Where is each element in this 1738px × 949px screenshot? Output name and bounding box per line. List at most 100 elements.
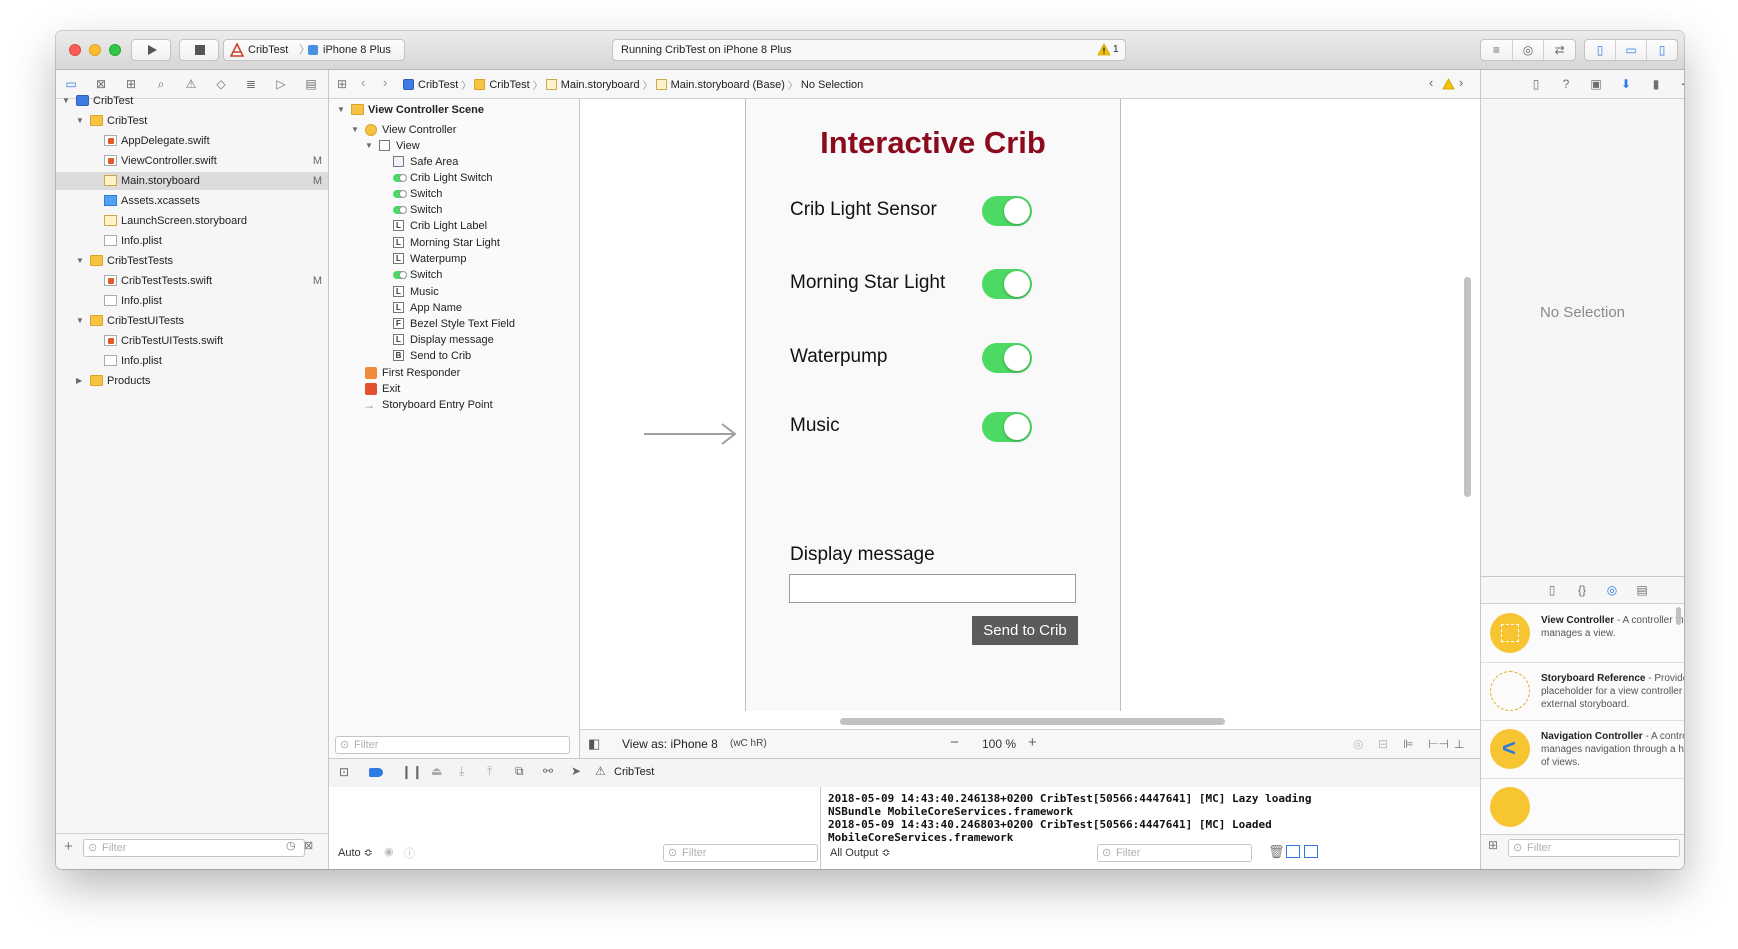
send-to-crib-button[interactable]: Send to Crib <box>972 616 1078 645</box>
message-text-field[interactable] <box>789 574 1076 603</box>
library-item[interactable]: Storyboard Reference - Provides a placeh… <box>1481 662 1684 721</box>
recent-files-icon[interactable]: ◷ <box>286 839 296 852</box>
step-over-icon[interactable]: ⏏ <box>431 764 442 778</box>
issue-icon[interactable]: ⚠ <box>176 77 206 91</box>
console-filter-input[interactable]: Filter <box>1097 844 1252 862</box>
disclosure-open-icon[interactable]: ▼ <box>76 112 84 130</box>
switch-row-label[interactable]: Music <box>790 415 840 437</box>
scheme-selector[interactable]: CribTest 〉 iPhone 8 Plus <box>223 39 405 61</box>
connections-inspector-icon[interactable]: ➜ <box>1671 77 1684 91</box>
hide-debug-icon[interactable]: ⊡ <box>339 765 349 779</box>
split-right-icon[interactable] <box>1304 845 1318 858</box>
breadcrumb-item[interactable]: No Selection <box>801 79 863 91</box>
entry-point-arrow-icon[interactable] <box>644 423 744 445</box>
file-template-icon[interactable]: ▯ <box>1537 583 1567 597</box>
breadcrumb-item[interactable]: Main.storyboard <box>561 79 640 91</box>
console-view[interactable]: 2018-05-09 14:43:40.246138+0200 CribTest… <box>821 787 1480 869</box>
update-frames-icon[interactable]: ◎ <box>1353 737 1363 751</box>
debug-nav-icon[interactable]: ≣ <box>236 77 266 91</box>
eye-icon[interactable]: ◉ <box>384 845 394 858</box>
zoom-out-icon[interactable]: − <box>950 734 959 751</box>
add-icon[interactable]: + <box>64 838 73 855</box>
hierarchy-icon[interactable]: ⊞ <box>116 77 146 91</box>
back-icon[interactable]: ‹ <box>361 75 365 90</box>
object-library-icon[interactable]: ◎ <box>1597 583 1627 597</box>
toggle-switch[interactable] <box>982 196 1032 226</box>
breadcrumb-item[interactable]: CribTest <box>489 79 529 91</box>
identity-inspector-icon[interactable]: ▣ <box>1581 77 1611 91</box>
variables-mode-select[interactable]: Auto ≎ <box>338 846 373 859</box>
outline-row[interactable]: Switch <box>329 266 579 284</box>
view-hierarchy-icon[interactable]: ⧉ <box>515 764 524 779</box>
forward-icon[interactable]: › <box>383 75 387 90</box>
test-icon[interactable]: ◇ <box>206 77 236 91</box>
source-control-icon[interactable]: ⊠ <box>86 77 116 91</box>
file-inspector-icon[interactable]: ▯ <box>1521 77 1551 91</box>
outline-row[interactable]: → Storyboard Entry Point <box>329 396 579 414</box>
navigator-row[interactable]: ▶ Products <box>56 372 328 390</box>
embed-in-stack-icon[interactable]: ⊟ <box>1378 737 1388 751</box>
version-editor-icon[interactable]: ⇄ <box>1544 40 1575 60</box>
location-icon[interactable]: ➤ <box>571 764 581 778</box>
navigator-row[interactable]: CribTestUITests.swift <box>56 332 328 350</box>
outline-filter-input[interactable]: Filter <box>335 736 570 754</box>
code-snippet-icon[interactable]: {} <box>1567 583 1597 597</box>
debug-process-label[interactable]: CribTest <box>614 766 654 778</box>
horizontal-scrollbar[interactable] <box>840 718 1225 725</box>
attributes-inspector-icon[interactable]: ⬇ <box>1611 77 1641 91</box>
switch-row-label[interactable]: Crib Light Sensor <box>790 199 937 221</box>
zoom-in-icon[interactable]: + <box>1028 734 1037 751</box>
warning-icon[interactable] <box>1442 78 1455 90</box>
pin-icon[interactable]: ⊢⊣ <box>1428 737 1449 751</box>
standard-editor-icon[interactable]: ≡ <box>1481 40 1513 60</box>
report-icon[interactable]: ▤ <box>296 77 326 91</box>
navigator-row[interactable]: CribTestTests.swift M <box>56 272 328 290</box>
switch-row-label[interactable]: Morning Star Light <box>790 272 945 294</box>
run-button[interactable] <box>131 39 171 61</box>
library-item[interactable]: View Controller - A controller that mana… <box>1481 604 1684 663</box>
pause-icon[interactable]: ❙❙ <box>401 764 423 780</box>
library-item[interactable]: < Navigation Controller - A controller th… <box>1481 720 1684 779</box>
memory-graph-icon[interactable]: ⚯ <box>543 764 553 778</box>
help-icon[interactable]: ? <box>1551 77 1581 91</box>
storyboard-canvas[interactable]: Interactive Crib Crib Light Sensor Mornin… <box>580 99 1480 729</box>
close-window-button[interactable] <box>69 44 81 56</box>
outline-row[interactable]: ▼ View Controller Scene <box>329 101 579 119</box>
step-out-icon[interactable]: ⤒ <box>487 764 492 779</box>
source-filter-icon[interactable]: ⊠ <box>304 839 313 852</box>
info-icon[interactable]: ⓘ <box>404 845 415 861</box>
toggle-switch[interactable] <box>982 343 1032 373</box>
variables-filter-input[interactable]: Filter <box>663 844 818 862</box>
navigator-row[interactable]: AppDelegate.swift <box>56 132 328 150</box>
library-filter-input[interactable]: Filter <box>1508 839 1680 857</box>
prev-issue-icon[interactable]: ‹ <box>1429 75 1433 90</box>
outline-row[interactable]: B Send to Crib <box>329 347 579 365</box>
trash-icon[interactable]: 🗑 <box>1268 844 1285 860</box>
warning-icon[interactable] <box>1097 43 1111 56</box>
size-inspector-icon[interactable]: ▮ <box>1641 77 1671 91</box>
editor-mode-control[interactable]: ≡ ◎ ⇄ <box>1480 39 1576 61</box>
navigator-row[interactable]: Info.plist <box>56 292 328 310</box>
utilities-toggle-icon[interactable]: ▯ <box>1647 40 1677 60</box>
minimize-window-button[interactable] <box>89 44 101 56</box>
iphone-scene[interactable]: Interactive Crib Crib Light Sensor Mornin… <box>745 99 1121 711</box>
navigator-toggle-icon[interactable]: ▯ <box>1585 40 1616 60</box>
navigator-row[interactable]: Main.storyboard M <box>56 172 328 190</box>
disclosure-open-icon[interactable]: ▼ <box>337 101 345 119</box>
output-mode-select[interactable]: All Output ≎ <box>830 846 891 859</box>
resolve-issues-icon[interactable]: ⊥ <box>1454 737 1464 751</box>
library-scrollbar[interactable] <box>1676 607 1681 625</box>
next-issue-icon[interactable]: › <box>1459 75 1463 90</box>
breakpoint-icon[interactable]: ▷ <box>266 77 296 91</box>
navigator-row[interactable]: ▼ CribTestUITests <box>56 312 328 330</box>
zoom-window-button[interactable] <box>109 44 121 56</box>
navigator-filter-input[interactable]: Filter <box>83 839 305 857</box>
vertical-scrollbar[interactable] <box>1464 277 1471 497</box>
disclosure-open-icon[interactable]: ▼ <box>62 92 70 110</box>
outline-toggle-icon[interactable]: ◧ <box>588 736 600 752</box>
navigator-row[interactable]: Info.plist <box>56 352 328 370</box>
navigator-row[interactable]: Assets.xcassets <box>56 192 328 210</box>
breadcrumb-item[interactable]: CribTest <box>418 79 458 91</box>
disclosure-open-icon[interactable]: ▼ <box>76 252 84 270</box>
navigator-row[interactable]: ViewController.swift M <box>56 152 328 170</box>
